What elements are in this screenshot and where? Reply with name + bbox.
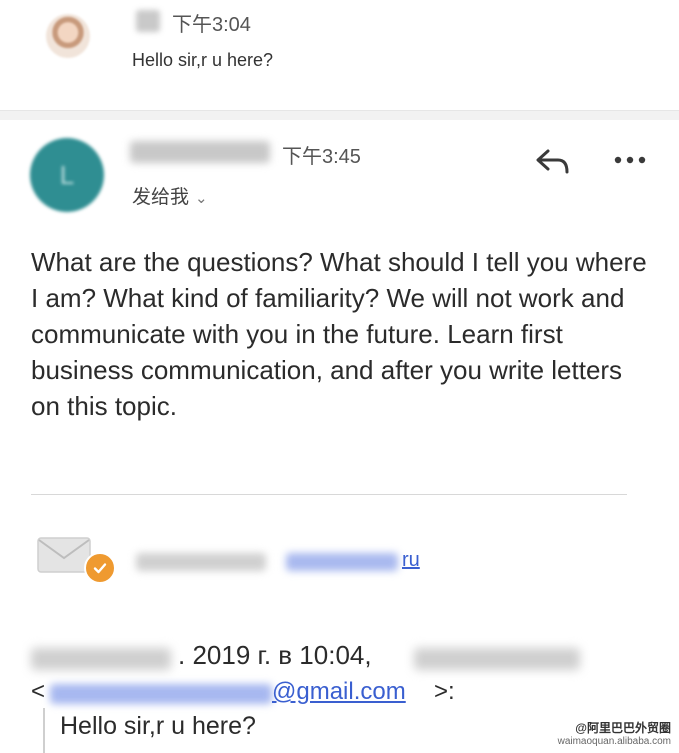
check-badge-icon xyxy=(84,552,116,584)
divider xyxy=(31,494,627,495)
email-link[interactable]: @gmail.com xyxy=(272,678,406,706)
watermark-line2: waimaoquan.alibaba.com xyxy=(557,736,671,747)
message-time: 下午3:45 xyxy=(282,146,361,168)
watermark: @阿里巴巴外贸圈 waimaoquan.alibaba.com xyxy=(558,721,671,749)
signature-link-redacted[interactable] xyxy=(286,553,398,571)
watermark-line1: @阿里巴巴外贸圈 xyxy=(575,721,671,735)
chevron-down-icon: ⌄ xyxy=(195,190,208,207)
reply-icon[interactable] xyxy=(534,146,572,176)
more-icon[interactable] xyxy=(612,150,648,170)
quote-bar xyxy=(43,708,45,753)
recipient-toggle[interactable]: 发给我 ⌄ xyxy=(132,182,208,209)
message-divider xyxy=(0,110,679,120)
recipient-label: 发给我 xyxy=(132,187,190,208)
sender-name-redacted xyxy=(136,10,160,32)
signature-link[interactable]: ru xyxy=(402,549,420,572)
email-close-bracket: >: xyxy=(434,678,455,705)
date-redacted xyxy=(31,648,171,670)
message-collapsed[interactable]: 下午3:04 Hello sir,r u here? xyxy=(0,0,679,110)
avatar xyxy=(46,14,90,58)
sender-name-redacted xyxy=(130,141,270,163)
email-open-bracket: < xyxy=(31,678,46,705)
signature-text-redacted xyxy=(136,553,266,571)
quote-date: . 2019 г. в 10:04, xyxy=(178,640,372,670)
message-preview: Hello sir,r u here? xyxy=(132,50,274,70)
sender-name-redacted xyxy=(414,648,580,670)
quoted-text: Hello sir,r u here? xyxy=(60,712,256,740)
message-body: What are the questions? What should I te… xyxy=(31,247,647,421)
avatar-initial: L xyxy=(59,159,75,190)
message-time: 下午3:04 xyxy=(172,14,251,36)
avatar: L xyxy=(30,138,104,212)
email-local-redacted[interactable] xyxy=(50,684,272,704)
checkmark-icon xyxy=(93,563,107,574)
